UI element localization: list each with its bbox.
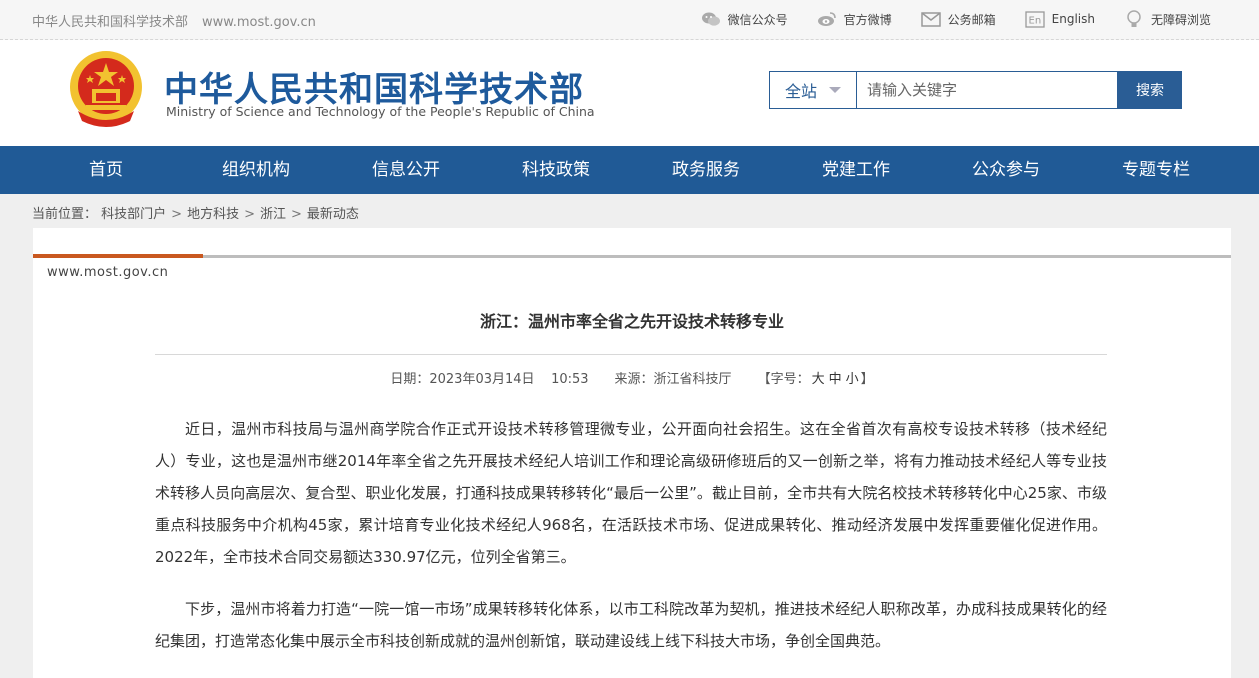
wechat-icon — [700, 10, 722, 28]
top-site-name: 中华人民共和国科学技术部 — [32, 15, 189, 30]
article-title: 浙江：温州市率全省之先开设技术转移专业 — [479, 312, 784, 331]
breadcrumb-separator: > — [244, 207, 255, 222]
breadcrumb: 当前位置： 科技部门户 > 地方科技 > 浙江 > 最新动态 — [32, 203, 359, 222]
nav-item-party[interactable]: 党建工作 — [781, 146, 931, 194]
chevron-down-icon — [829, 87, 841, 93]
article-panel: www.most.gov.cn 浙江：温州市率全省之先开设技术转移专业 日期：2… — [33, 228, 1231, 678]
svg-text:En: En — [1028, 15, 1041, 26]
search-button[interactable]: 搜索 — [1118, 71, 1182, 109]
top-site-info: 中华人民共和国科学技术部 www.most.gov.cn — [32, 11, 316, 30]
date-label: 日期： — [390, 372, 430, 387]
accessibility-label: 无障碍浏览 — [1150, 12, 1211, 27]
breadcrumb-prefix: 当前位置： — [32, 207, 98, 222]
breadcrumb-item-news[interactable]: 最新动态 — [307, 207, 359, 222]
source-label: 来源： — [614, 372, 654, 387]
font-size-label-open: 【字号： — [757, 372, 810, 387]
en-icon: En — [1024, 10, 1046, 28]
article-paragraph: 下步，温州市将着力打造“一院一馆一市场”成果转移转化体系，以市工科院改革为契机，… — [155, 600, 1107, 650]
article-date: 2023年03月14日 — [429, 372, 535, 387]
top-bar: 中华人民共和国科学技术部 www.most.gov.cn 微信公众号 官方微博 公… — [0, 0, 1259, 40]
article-source: 浙江省科技厅 — [653, 372, 732, 387]
wechat-label: 微信公众号 — [727, 12, 788, 27]
nav-item-services[interactable]: 政务服务 — [631, 146, 781, 194]
mail-link[interactable]: 公务邮箱 — [920, 10, 996, 28]
breadcrumb-item-local[interactable]: 地方科技 — [187, 207, 239, 222]
accessibility-icon — [1123, 9, 1145, 28]
site-header: 中华人民共和国科学技术部 Ministry of Science and Tec… — [0, 40, 1259, 146]
font-size-small[interactable]: 小 — [846, 372, 859, 387]
weibo-link[interactable]: 官方微博 — [816, 10, 892, 28]
nav-item-information[interactable]: 信息公开 — [331, 146, 481, 194]
national-emblem-icon[interactable] — [68, 49, 144, 131]
font-size-label-close: 】 — [860, 372, 874, 387]
accent-bar — [33, 254, 203, 258]
divider-bar — [203, 255, 1231, 258]
mail-icon — [920, 10, 942, 28]
english-label: English — [1051, 12, 1095, 26]
article-time: 10:53 — [551, 372, 589, 387]
article-site-mark: www.most.gov.cn — [47, 265, 169, 280]
article-meta: 日期：2023年03月14日 10:53 来源：浙江省科技厅 【字号：大中小】 — [33, 368, 1231, 387]
mail-label: 公务邮箱 — [947, 12, 996, 27]
nav-item-organization[interactable]: 组织机构 — [181, 146, 331, 194]
nav-item-home[interactable]: 首页 — [31, 146, 181, 194]
search-input[interactable] — [857, 71, 1118, 109]
breadcrumb-item-zhejiang[interactable]: 浙江 — [260, 207, 286, 222]
main-nav: 首页 组织机构 信息公开 科技政策 政务服务 党建工作 公众参与 专题专栏 — [0, 146, 1259, 194]
english-link[interactable]: En English — [1024, 10, 1095, 28]
breadcrumb-separator: > — [291, 207, 302, 222]
wechat-link[interactable]: 微信公众号 — [700, 10, 788, 28]
nav-item-topics[interactable]: 专题专栏 — [1081, 146, 1231, 194]
top-links: 微信公众号 官方微博 公务邮箱 En English 无障碍浏览 — [672, 9, 1211, 28]
font-size-medium[interactable]: 中 — [829, 372, 842, 387]
accessibility-link[interactable]: 无障碍浏览 — [1123, 9, 1211, 28]
breadcrumb-separator: > — [171, 207, 183, 222]
search-scope-select[interactable]: 全站 — [769, 71, 857, 109]
title-divider — [155, 354, 1107, 355]
breadcrumb-item-portal[interactable]: 科技部门户 — [101, 207, 166, 222]
nav-item-public[interactable]: 公众参与 — [931, 146, 1081, 194]
weibo-label: 官方微博 — [843, 12, 892, 27]
top-site-url[interactable]: www.most.gov.cn — [202, 15, 316, 30]
article-paragraph: 近日，温州市科技局与温州商学院合作正式开设技术转移管理微专业，公开面向社会招生。… — [155, 420, 1107, 566]
search-scope-label: 全站 — [784, 82, 817, 101]
search-bar: 全站 搜索 — [769, 71, 1182, 109]
weibo-icon — [816, 10, 838, 28]
font-size-large[interactable]: 大 — [812, 372, 825, 387]
site-title-en: Ministry of Science and Technology of th… — [166, 104, 595, 119]
nav-item-policy[interactable]: 科技政策 — [481, 146, 631, 194]
